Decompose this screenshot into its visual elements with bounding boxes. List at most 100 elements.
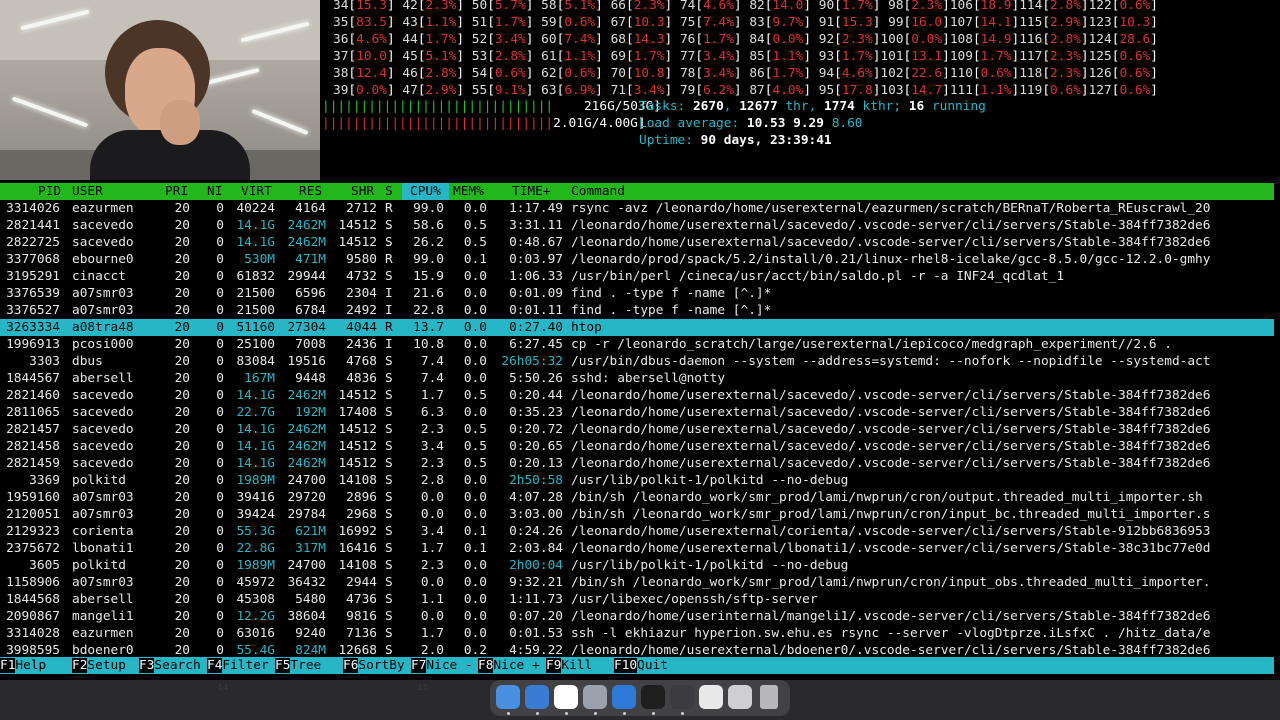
cpu-id: 114 (1019, 0, 1043, 13)
col-pid[interactable]: PID (38, 183, 61, 200)
col-ni[interactable]: NI (207, 183, 222, 200)
table-row[interactable]: 3369 polkitd 20 0 1989M 24700 14108 S 2.8 0.0 2h50… (0, 472, 1274, 489)
cell-user: abersell (72, 592, 134, 607)
cell-pri: 20 (174, 626, 190, 641)
table-row[interactable]: 3195291 cinacct 20 0 61832 29944 4732 S 15.9 0.0 1… (0, 268, 1274, 285)
cpu-value: 1.7% (841, 0, 873, 13)
cpu-bracket: [ (1042, 15, 1051, 30)
cell-pid: 1844567 (6, 371, 60, 386)
fkey-tree[interactable]: F5Tree (275, 657, 321, 674)
col-pri[interactable]: PRI (165, 183, 188, 200)
cpu-value: 0.6% (494, 66, 526, 81)
cpu-value: 14.1 (980, 15, 1012, 30)
cpu-bracket: [ (625, 66, 634, 81)
col-user[interactable]: USER (72, 183, 103, 200)
fkey-setup[interactable]: F2Setup (72, 657, 126, 674)
cell-s: S (385, 490, 393, 505)
trash-icon[interactable] (760, 685, 778, 709)
cell-mem: 0.5 (463, 456, 487, 471)
chatgpt-icon[interactable] (554, 685, 578, 709)
cpu-bracket: ] (1011, 66, 1020, 81)
table-row[interactable]: 2811065 sacevedo 20 0 22.7G 192M 17408 S 6.3 0.0 0… (0, 404, 1274, 421)
cell-command: cp -r /leonardo_scratch/large/userextern… (571, 337, 1172, 352)
screenshot-icon[interactable] (728, 685, 752, 709)
process-list[interactable]: 3314026 eazurmen 20 0 40224 4164 2712 R 99.0 0.0 1… (0, 200, 1274, 659)
table-row[interactable]: 1158906 a07smr03 20 0 45972 36432 2944 S 0.0 0.0 9… (0, 574, 1274, 591)
table-row[interactable]: 3314028 eazurmen 20 0 63016 9240 7136 S 1.7 0.0 0:… (0, 625, 1274, 642)
fkey-nice[interactable]: F7Nice - (411, 657, 473, 674)
table-row[interactable]: 2375672 lbonati1 20 0 22.8G 317M 16416 S 1.7 0.1 2… (0, 540, 1274, 557)
cpu-id: 61 (533, 49, 557, 64)
fkey-kill[interactable]: F9Kill (546, 657, 592, 674)
cpu-bracket: [ (487, 66, 495, 81)
cell-s: S (385, 388, 393, 403)
cell-command: /leonardo/home/userexternal/sacevedo/.vs… (571, 439, 1211, 454)
screen-recorder-icon[interactable] (670, 685, 694, 709)
table-row[interactable]: 1996913 pcosi000 20 0 25100 7008 2436 I 10.8 0.0 6… (0, 336, 1274, 353)
cell-pri: 20 (174, 252, 190, 267)
table-row[interactable]: 3303 dbus 20 0 83084 19516 4768 S 7.4 0.0 26h05:32… (0, 353, 1274, 370)
cell-user: sacevedo (72, 218, 134, 233)
cpu-bracket: ] (872, 15, 881, 30)
cpu-value: 1.7% (494, 15, 526, 30)
fkey-nice[interactable]: F8Nice + (478, 657, 540, 674)
fkey-quit[interactable]: F10Quit (614, 657, 668, 674)
safari-icon[interactable] (525, 685, 549, 709)
col-time[interactable]: TIME+ (512, 183, 551, 200)
cell-virt: 55.3G (236, 524, 275, 539)
cpu-bracket: [ (834, 83, 842, 98)
cell-command: /leonardo/home/userexternal/sacevedo/.vs… (571, 456, 1211, 471)
cell-time: 0:01.11 (509, 303, 563, 318)
terminal-window[interactable]: 34[15.3] 42[2.3%] 50[5.7%] 58[5.1%] 66[2… (0, 0, 1280, 680)
col-command[interactable]: Command (571, 183, 625, 200)
col-cpu-sorted[interactable]: CPU% (402, 183, 449, 200)
table-row[interactable]: 3605 polkitd 20 0 1989M 24700 14108 S 2.3 0.0 2h00… (0, 557, 1274, 574)
cpu-id: 47 (394, 83, 418, 98)
finder-icon[interactable] (496, 685, 520, 709)
fkey-filter[interactable]: F4Filter (207, 657, 269, 674)
col-state[interactable]: S (385, 183, 393, 200)
table-row[interactable]: 3377068 ebourne0 20 0 530M 471M 9580 R 99.0 0.1 0:… (0, 251, 1274, 268)
table-row[interactable]: 2129323 corienta 20 0 55.3G 621M 16992 S 3.4 0.1 0… (0, 523, 1274, 540)
table-row[interactable]: 1959160 a07smr03 20 0 39416 29720 2896 S 0.0 0.0 4… (0, 489, 1274, 506)
table-row[interactable]: 2821441 sacevedo 20 0 14.1G 2462M 14512 S 58.6 0.… (0, 217, 1274, 234)
table-row[interactable]: 2821460 sacevedo 20 0 14.1G 2462M 14512 S 1.7 0.5… (0, 387, 1274, 404)
fkey-search[interactable]: F3Search (139, 657, 201, 674)
cell-pid: 2821457 (6, 422, 60, 437)
cell-pid: 2822725 (6, 235, 60, 250)
cell-mem: 0.0 (463, 371, 487, 386)
cpu-value: 22.6 (911, 66, 943, 81)
table-row[interactable]: 2822725 sacevedo 20 0 14.1G 2462M 14512 S 26.2 0.… (0, 234, 1274, 251)
fkey-sortby[interactable]: F6SortBy (343, 657, 405, 674)
table-row[interactable]: 1844567 abersell 20 0 167M 9448 4836 S 7.4 0.0 5:5… (0, 370, 1274, 387)
table-row[interactable]: 2821457 sacevedo 20 0 14.1G 2462M 14512 S 2.3 0.5… (0, 421, 1274, 438)
system-info-icon[interactable] (583, 685, 607, 709)
col-virt[interactable]: VIRT (241, 183, 272, 200)
terminal-icon[interactable] (641, 685, 665, 709)
cpu-id: 117 (1019, 49, 1043, 64)
cpu-bracket: ] (1080, 66, 1089, 81)
cpu-bracket: ] (525, 15, 534, 30)
preview-icon[interactable] (699, 685, 723, 709)
cell-mem: 0.0 (463, 507, 487, 522)
cell-user: sacevedo (72, 405, 134, 420)
table-row[interactable]: 3376527 a07smr03 20 0 21500 6784 2492 I 22.8 0.0 0… (0, 302, 1274, 319)
table-row[interactable]: 2821459 sacevedo 20 0 14.1G 2462M 14512 S 2.3 0.5… (0, 455, 1274, 472)
col-shr[interactable]: SHR (351, 183, 374, 200)
table-row[interactable]: 3376539 a07smr03 20 0 21500 6596 2304 I 21.6 0.0 0… (0, 285, 1274, 302)
col-mem[interactable]: MEM% (453, 183, 484, 200)
col-res[interactable]: RES (299, 183, 322, 200)
table-row[interactable]: 2090867 mangeli1 20 0 12.2G 38604 9816 S 0.0 0.0 0… (0, 608, 1274, 625)
table-row[interactable]: 2821458 sacevedo 20 0 14.1G 2462M 14512 S 3.4 0.5… (0, 438, 1274, 455)
table-row[interactable]: 2120051 a07smr03 20 0 39424 29784 2968 S 0.0 0.0 3… (0, 506, 1274, 523)
table-row-selected[interactable]: 3263334 a08tra48 20 0 51160 27304 4044 R 13.7 0.0… (0, 319, 1274, 336)
table-row[interactable]: 1844568 abersell 20 0 45308 5480 4736 S 1.1 0.0 1:… (0, 591, 1274, 608)
cell-pid: 1959160 (6, 490, 60, 505)
cpu-id: 92 (811, 32, 835, 47)
fkey-help[interactable]: F1Help (0, 657, 46, 674)
cpu-bracket: [ (1111, 15, 1120, 30)
vscode-icon[interactable] (612, 685, 636, 709)
table-row[interactable]: 3314026 eazurmen 20 0 40224 4164 2712 R 99.0 0.0 1… (0, 200, 1274, 217)
cell-ni: 0 (216, 473, 224, 488)
cpu-bracket: [ (834, 15, 842, 30)
